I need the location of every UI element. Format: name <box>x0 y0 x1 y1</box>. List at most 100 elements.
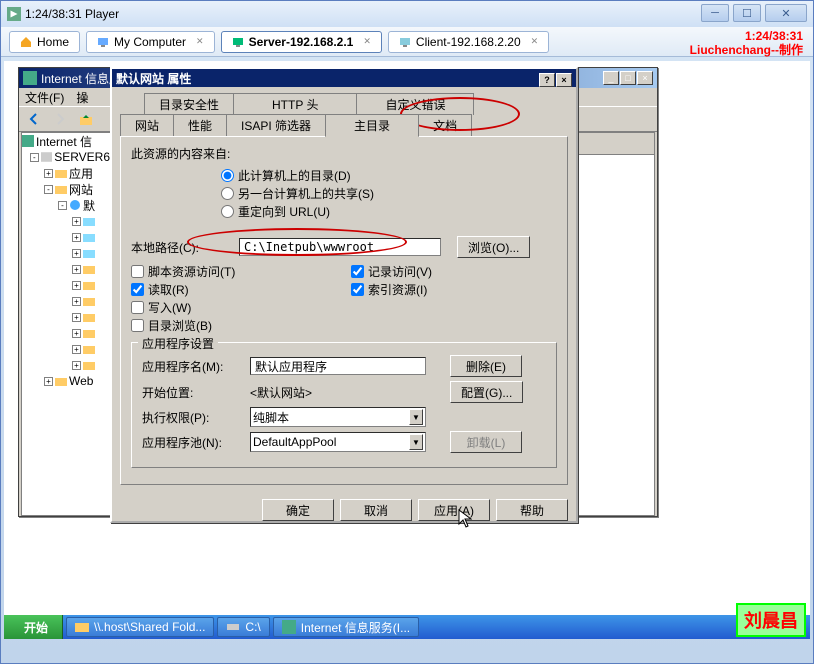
radio-local-dir[interactable] <box>221 169 234 182</box>
expand-icon[interactable]: + <box>44 377 53 386</box>
expand-icon[interactable]: + <box>72 345 81 354</box>
radio-share-label: 另一台计算机上的共享(S) <box>238 185 374 202</box>
tab-my-computer[interactable]: My Computer ✕ <box>86 31 215 53</box>
expand-icon[interactable]: + <box>72 233 81 242</box>
collapse-icon[interactable]: - <box>44 185 53 194</box>
cancel-button[interactable]: 取消 <box>340 499 412 521</box>
app-pool-select[interactable]: DefaultAppPool ▼ <box>250 432 426 452</box>
tab-website[interactable]: 网站 <box>120 114 174 136</box>
tree-server[interactable]: SERVER6 <box>54 150 110 164</box>
app-name-label: 应用程序名(M): <box>142 358 250 375</box>
minimize-button[interactable]: ─ <box>701 4 729 22</box>
forward-button[interactable] <box>49 108 71 130</box>
tree-websites[interactable]: 网站 <box>69 181 93 198</box>
dialog-titlebar[interactable]: 默认网站 属性 ? × <box>112 69 576 87</box>
start-location-value: <默认网站> <box>250 384 426 401</box>
folder-icon <box>75 620 89 634</box>
config-button[interactable]: 配置(G)... <box>450 381 523 403</box>
browse-button[interactable]: 浏览(O)... <box>457 236 530 258</box>
tab-isapi[interactable]: ISAPI 筛选器 <box>226 114 326 136</box>
minimize-button[interactable]: _ <box>603 71 619 85</box>
expand-icon[interactable]: + <box>72 265 81 274</box>
tab-home-directory[interactable]: 主目录 <box>325 114 419 137</box>
close-icon[interactable]: ✕ <box>531 36 539 47</box>
maximize-button[interactable]: □ <box>620 71 636 85</box>
expand-icon[interactable]: + <box>72 361 81 370</box>
folder-icon <box>83 295 95 307</box>
tab-panel-home-directory: 此资源的内容来自: 此计算机上的目录(D) 另一台计算机上的共享(S) 重定向到… <box>120 136 568 485</box>
tree-root[interactable]: Internet 信 <box>36 133 92 150</box>
start-button[interactable]: 开始 <box>4 615 63 639</box>
menu-action[interactable]: 操 <box>76 89 88 106</box>
app-icon <box>7 7 21 21</box>
chk-script-access[interactable] <box>131 265 144 278</box>
close-button[interactable]: × <box>637 71 653 85</box>
app-pool-label: 应用程序池(N): <box>142 434 250 451</box>
folder-icon <box>55 375 67 387</box>
chk-script-label: 脚本资源访问(T) <box>148 263 235 280</box>
expand-icon[interactable]: + <box>72 313 81 322</box>
remove-button[interactable]: 删除(E) <box>450 355 522 377</box>
tree-app-pools[interactable]: 应用 <box>69 165 93 182</box>
iis-root-icon <box>22 135 34 147</box>
tab-http-headers[interactable]: HTTP 头 <box>233 93 357 115</box>
close-icon[interactable]: ✕ <box>363 36 371 47</box>
help-button[interactable]: ? <box>539 73 555 87</box>
chevron-down-icon[interactable]: ▼ <box>409 434 423 450</box>
chk-read-label: 读取(R) <box>148 281 189 298</box>
folder-icon <box>83 359 95 371</box>
properties-dialog: 默认网站 属性 ? × 目录安全性 HTTP 头 自定义错误 网站 性能 <box>110 67 578 523</box>
chk-dir-browse[interactable] <box>131 319 144 332</box>
close-icon[interactable]: ✕ <box>196 36 204 47</box>
expand-icon[interactable]: + <box>72 217 81 226</box>
radio-redirect[interactable] <box>221 205 234 218</box>
tree-web-ext[interactable]: Web <box>69 374 93 388</box>
home-icon <box>20 36 32 48</box>
tree-default-site[interactable]: 默 <box>83 197 95 214</box>
chk-log-visits[interactable] <box>351 265 364 278</box>
tab-documents[interactable]: 文档 <box>418 114 472 136</box>
expand-icon[interactable]: + <box>44 169 53 178</box>
chk-read[interactable] <box>131 283 144 296</box>
chk-index[interactable] <box>351 283 364 296</box>
collapse-icon[interactable]: - <box>30 153 39 162</box>
expand-icon[interactable]: + <box>72 297 81 306</box>
tab-label: Client-192.168.2.20 <box>416 35 521 49</box>
tab-home[interactable]: Home <box>9 31 80 53</box>
chk-write[interactable] <box>131 301 144 314</box>
tab-server[interactable]: Server-192.168.2.1 ✕ <box>221 31 382 53</box>
app-pool-value: DefaultAppPool <box>253 435 336 449</box>
expand-icon[interactable]: + <box>72 329 81 338</box>
help-button[interactable]: 帮助 <box>496 499 568 521</box>
tab-client[interactable]: Client-192.168.2.20 ✕ <box>388 31 549 53</box>
apply-button[interactable]: 应用(A) <box>418 499 490 521</box>
app-name-input[interactable] <box>250 357 426 375</box>
expand-icon[interactable]: + <box>72 249 81 258</box>
close-button[interactable]: ✕ <box>765 4 807 22</box>
tab-dir-security[interactable]: 目录安全性 <box>144 93 234 115</box>
chevron-down-icon[interactable]: ▼ <box>409 409 423 425</box>
local-path-input[interactable] <box>239 238 441 256</box>
collapse-icon[interactable]: - <box>58 201 67 210</box>
back-button[interactable] <box>23 108 45 130</box>
player-titlebar[interactable]: 1:24/38:31 Player ─ ☐ ✕ <box>1 1 813 27</box>
taskbar-item[interactable]: \\.host\Shared Fold... <box>66 617 214 637</box>
ok-button[interactable]: 确定 <box>262 499 334 521</box>
maximize-button[interactable]: ☐ <box>733 4 761 22</box>
folder-icon <box>55 167 67 179</box>
tab-performance[interactable]: 性能 <box>173 114 227 136</box>
exec-perm-select[interactable]: 纯脚本▼ <box>250 407 426 427</box>
menu-file[interactable]: 文件(F) <box>25 89 64 106</box>
iis-tree[interactable]: Internet 信 -SERVER6 +应用 -网站 -默 + + + + +… <box>21 132 111 516</box>
close-button[interactable]: × <box>556 73 572 87</box>
server-icon <box>399 36 411 48</box>
expand-icon[interactable]: + <box>72 281 81 290</box>
radio-share[interactable] <box>221 187 234 200</box>
tab-custom-errors[interactable]: 自定义错误 <box>356 93 474 115</box>
up-button[interactable] <box>75 108 97 130</box>
remote-desktop: Internet 信息服务 (IIS) 管理器 _ □ × 文件(F) 操 In… <box>4 61 810 639</box>
taskbar-item[interactable]: Internet 信息服务(I... <box>273 617 419 637</box>
source-group-title: 此资源的内容来自: <box>131 145 557 162</box>
app-settings-title: 应用程序设置 <box>138 335 218 352</box>
taskbar-item[interactable]: C:\ <box>217 617 269 637</box>
